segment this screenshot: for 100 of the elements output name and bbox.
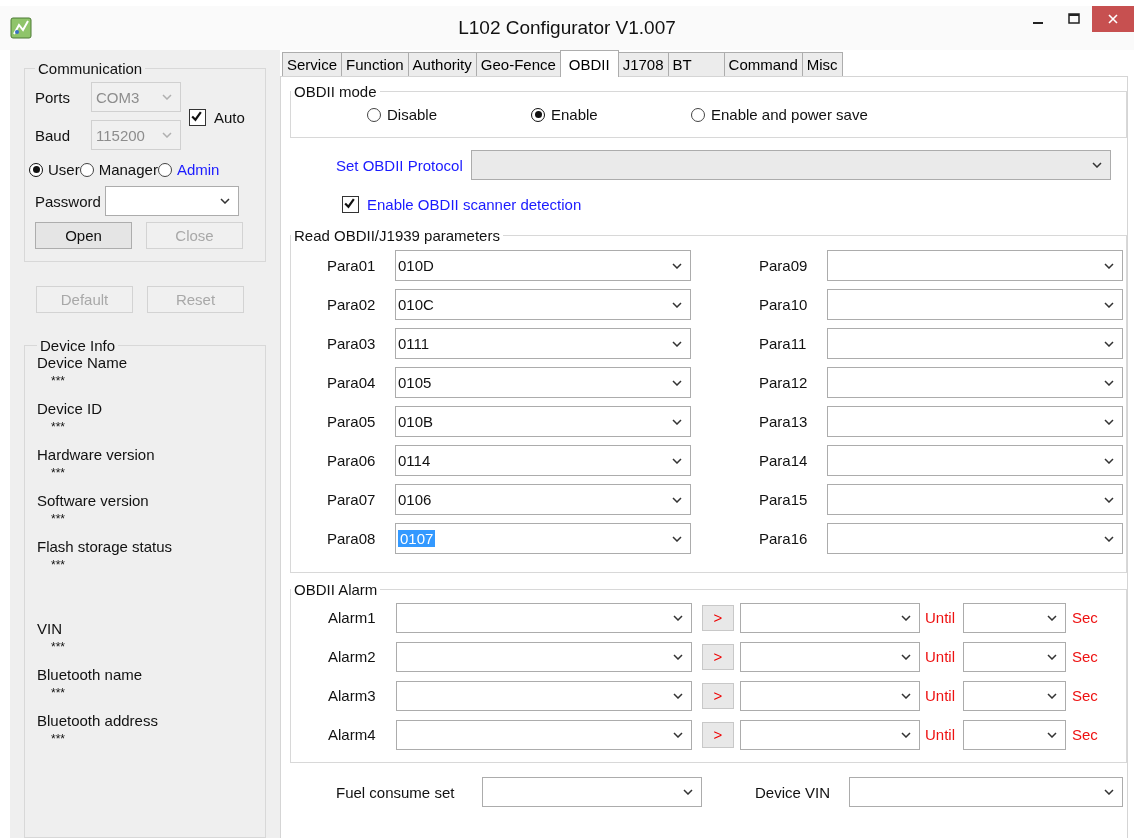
dropdown[interactable]: 0106 [395, 484, 691, 515]
info-label: Hardware version [37, 446, 156, 463]
dropdown[interactable]: 010B [395, 406, 691, 437]
field-label: Alarm4 [328, 726, 377, 743]
dropdown[interactable] [963, 641, 1066, 672]
field-label: Para07 [327, 491, 377, 508]
close-icon [1107, 13, 1119, 25]
group-title: Read OBDII/J1939 parameters [293, 227, 501, 244]
caret-icon [683, 789, 693, 795]
tab[interactable]: Authority [407, 52, 477, 76]
dropdown[interactable] [827, 367, 1123, 398]
field-label: Ports [35, 88, 71, 106]
info-label: VIN [37, 620, 63, 637]
field-label: Set OBDII Protocol [336, 156, 463, 174]
caret-icon [1047, 614, 1057, 621]
dropdown[interactable] [827, 484, 1123, 515]
dropdown[interactable] [827, 406, 1123, 437]
dropdown[interactable] [963, 680, 1066, 711]
dropdown[interactable] [740, 680, 920, 711]
field-label: Password [35, 192, 101, 210]
tab[interactable]: J1708 [617, 52, 669, 76]
dropdown[interactable] [827, 523, 1123, 554]
field-label: Para10 [759, 296, 809, 313]
dropdown[interactable]: 0114 [395, 445, 691, 476]
dropdown[interactable] [827, 328, 1123, 359]
radio-button[interactable]: Enable and power save [691, 106, 868, 123]
radio-button[interactable]: Admin [157, 161, 220, 178]
field-label: Until [925, 726, 955, 743]
dropdown[interactable] [827, 250, 1123, 281]
field-label: Until [925, 648, 955, 665]
field-label: Alarm3 [328, 687, 377, 704]
dropdown[interactable] [482, 777, 702, 807]
operator-button[interactable]: > [702, 721, 734, 748]
caret-icon [673, 653, 683, 660]
maximize-icon [1068, 13, 1080, 25]
field-label: Para11 [759, 335, 808, 352]
radio-button[interactable]: Enable [531, 106, 691, 123]
dropdown[interactable] [396, 680, 692, 711]
field-label: Baud [35, 126, 72, 144]
password-field[interactable] [104, 186, 239, 216]
tab[interactable]: BT [667, 52, 725, 76]
dropdown[interactable] [740, 641, 920, 672]
field-label: Para01 [327, 257, 377, 274]
dropdown[interactable] [396, 719, 692, 750]
radio-button[interactable]: Disable [367, 106, 531, 123]
dropdown[interactable]: 010C [395, 289, 691, 320]
dropdown[interactable] [963, 719, 1066, 750]
caret-icon [673, 692, 683, 699]
caret-icon [1104, 379, 1114, 386]
operator-button[interactable]: > [702, 604, 734, 631]
unit-label: Sec [1072, 726, 1098, 743]
app-icon [10, 17, 32, 39]
info-label: Device Name [37, 354, 129, 371]
checkbox[interactable]: Enable OBDII scanner detection [342, 196, 1127, 213]
info-label: Bluetooth name [37, 666, 144, 683]
field-label: Para14 [759, 452, 809, 469]
info-label: Flash storage status [37, 538, 174, 555]
dropdown[interactable]: 010D [395, 250, 691, 281]
field-label: Until [925, 687, 955, 704]
info-value: *** [51, 558, 66, 572]
caret-icon [1104, 496, 1114, 503]
dropdown[interactable] [849, 777, 1123, 807]
tab[interactable]: Misc [801, 52, 843, 76]
tab[interactable]: Geo-Fence [475, 52, 561, 76]
window-title: L102 Configurator V1.007 [458, 17, 676, 39]
caret-icon [901, 731, 911, 738]
dropdown[interactable] [963, 602, 1066, 633]
caret-icon [1047, 692, 1057, 699]
operator-button[interactable]: > [702, 682, 734, 709]
checkbox[interactable]: Auto [189, 108, 255, 126]
tab[interactable]: Command [723, 52, 803, 76]
info-label: Software version [37, 492, 150, 509]
dropdown[interactable] [396, 602, 692, 633]
dropdown[interactable]: 0105 [395, 367, 691, 398]
radio-button[interactable]: Manager [79, 161, 158, 178]
operator-button[interactable]: > [702, 643, 734, 670]
unit-label: Sec [1072, 648, 1098, 665]
tab[interactable]: Function [341, 52, 409, 76]
dropdown[interactable] [470, 150, 1111, 180]
dropdown[interactable] [740, 602, 920, 633]
dropdown[interactable] [827, 445, 1123, 476]
radio-button[interactable]: User [29, 161, 80, 178]
dropdown[interactable]: 0111 [395, 328, 691, 359]
tab[interactable]: OBDII [559, 50, 619, 77]
field-label: Para02 [327, 296, 377, 313]
field-label: Alarm2 [328, 648, 377, 665]
caret-icon [1104, 262, 1114, 269]
dropdown[interactable] [396, 641, 692, 672]
tab[interactable]: Service [282, 52, 343, 76]
push-button[interactable]: Open [35, 222, 132, 249]
minimize-icon [1033, 22, 1043, 24]
dropdown[interactable] [740, 719, 920, 750]
info-value: *** [51, 420, 66, 434]
info-label: Device ID [37, 400, 104, 417]
info-label: Bluetooth address [37, 712, 159, 729]
caret-icon [1104, 301, 1114, 308]
dropdown[interactable] [827, 289, 1123, 320]
group-title: OBDII Alarm [293, 581, 379, 598]
caret-icon [901, 614, 911, 621]
caret-icon [672, 496, 682, 503]
